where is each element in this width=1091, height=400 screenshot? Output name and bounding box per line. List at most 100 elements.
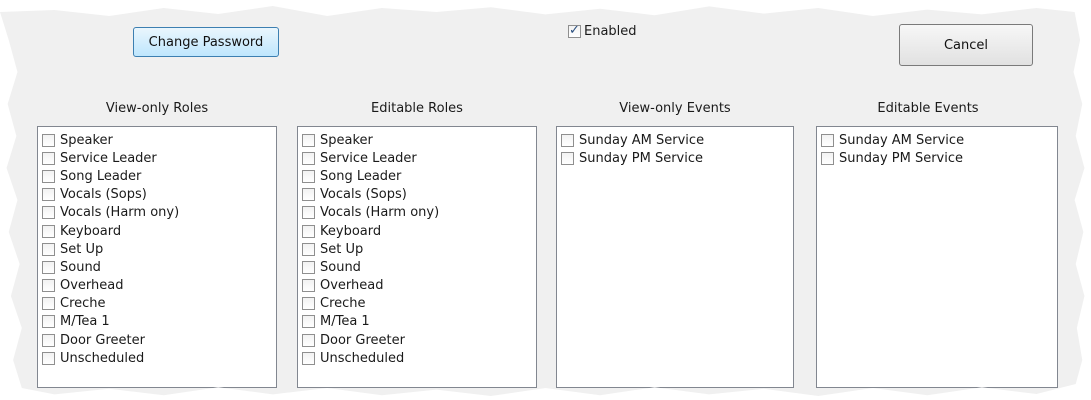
list-item[interactable]: Keyboard [42,222,276,240]
list-item[interactable]: Overhead [302,277,536,295]
item-label: Overhead [320,278,384,294]
item-checkbox[interactable] [42,315,55,329]
list-item[interactable]: M/Tea 1 [302,313,536,331]
item-label: Sunday AM Service [579,132,705,148]
list-item[interactable]: Vocals (Sops) [42,186,276,204]
item-label: Overhead [60,278,124,294]
list-item[interactable]: M/Tea 1 [42,313,276,331]
list-item[interactable]: Service Leader [42,149,276,167]
item-checkbox[interactable] [561,151,574,165]
item-checkbox[interactable] [302,351,315,365]
item-label: Set Up [320,241,364,257]
item-label: Door Greeter [60,332,145,348]
item-checkbox[interactable] [302,260,315,274]
list-item[interactable]: Sunday PM Service [821,149,1057,167]
enabled-checkbox-box[interactable] [568,23,581,38]
list-item[interactable]: Sunday AM Service [561,131,793,149]
list-item[interactable]: Vocals (Harm ony) [302,204,536,222]
item-checkbox[interactable] [821,151,834,165]
editable-roles-list[interactable]: Speaker Service Leader Song Leader Vocals (… [297,126,537,388]
list-item[interactable]: Vocals (Sops) [302,186,536,204]
item-label: Speaker [60,132,113,148]
item-label: Sunday PM Service [579,150,704,166]
list-item[interactable]: Sunday AM Service [821,131,1057,149]
item-checkbox[interactable] [302,315,315,329]
item-label: Sound [320,259,361,275]
item-checkbox[interactable] [42,260,55,274]
list-item[interactable]: Set Up [42,240,276,258]
item-label: Creche [320,296,366,312]
item-label: Sunday AM Service [839,132,965,148]
item-checkbox[interactable] [42,169,55,183]
item-checkbox[interactable] [42,279,55,293]
item-checkbox[interactable] [302,333,315,347]
item-label: Service Leader [60,150,157,166]
item-checkbox[interactable] [42,351,55,365]
list-item[interactable]: Service Leader [302,149,536,167]
view-only-roles-title: View-only Roles [105,101,209,116]
item-label: M/Tea 1 [60,314,110,330]
item-checkbox[interactable] [302,206,315,220]
list-item[interactable]: Song Leader [42,167,276,185]
list-item[interactable]: Overhead [42,277,276,295]
list-item[interactable]: Set Up [302,240,536,258]
list-item[interactable]: Keyboard [302,222,536,240]
item-label: Vocals (Sops) [320,187,407,203]
user-permissions-dialog: Change Password Enabled Cancel View-only… [0,6,1085,396]
item-checkbox[interactable] [302,169,315,183]
item-checkbox[interactable] [42,333,55,347]
item-label: Unscheduled [60,350,145,366]
list-item[interactable]: Door Greeter [302,331,536,349]
list-item[interactable]: Speaker [42,131,276,149]
cancel-button[interactable]: Cancel [899,24,1033,66]
item-checkbox[interactable] [42,151,55,165]
list-item[interactable]: Creche [302,295,536,313]
item-checkbox[interactable] [302,279,315,293]
item-checkbox[interactable] [42,297,55,311]
item-checkbox[interactable] [42,188,55,202]
list-item[interactable]: Sound [302,258,536,276]
editable-roles-title: Editable Roles [371,101,463,116]
view-only-roles-list[interactable]: Speaker Service Leader Song Leader Vocals (… [37,126,277,388]
item-checkbox[interactable] [42,242,55,256]
item-label: Sunday PM Service [839,150,964,166]
item-checkbox[interactable] [302,151,315,165]
item-checkbox[interactable] [302,224,315,238]
view-only-events-list[interactable]: Sunday AM Service Sunday PM Service [556,126,794,388]
list-item[interactable]: Song Leader [302,167,536,185]
item-label: Set Up [60,241,104,257]
item-checkbox[interactable] [302,297,315,311]
list-item[interactable]: Unscheduled [42,349,276,367]
editable-events-list[interactable]: Sunday AM Service Sunday PM Service [816,126,1058,388]
list-item[interactable]: Unscheduled [302,349,536,367]
list-item[interactable]: Door Greeter [42,331,276,349]
item-label: Keyboard [320,223,382,239]
item-label: Creche [60,296,106,312]
change-password-button[interactable]: Change Password [133,27,279,57]
enabled-label: Enabled [584,24,637,39]
item-checkbox[interactable] [561,133,574,147]
item-checkbox[interactable] [302,242,315,256]
list-item[interactable]: Vocals (Harm ony) [42,204,276,222]
item-label: Keyboard [60,223,122,239]
list-item[interactable]: Sunday PM Service [561,149,793,167]
item-label: Door Greeter [320,332,405,348]
item-label: Vocals (Sops) [60,187,147,203]
item-checkbox[interactable] [821,133,834,147]
list-item[interactable]: Creche [42,295,276,313]
enabled-checkbox[interactable]: Enabled [568,23,637,39]
list-item[interactable]: Speaker [302,131,536,149]
item-label: Vocals (Harm ony) [60,205,180,221]
item-label: Sound [60,259,101,275]
item-label: Unscheduled [320,350,405,366]
item-label: M/Tea 1 [320,314,370,330]
item-checkbox[interactable] [302,188,315,202]
item-checkbox[interactable] [42,224,55,238]
list-item[interactable]: Sound [42,258,276,276]
item-checkbox[interactable] [42,133,55,147]
item-label: Speaker [320,132,373,148]
item-label: Vocals (Harm ony) [320,205,440,221]
item-label: Service Leader [320,150,417,166]
item-checkbox[interactable] [302,133,315,147]
item-checkbox[interactable] [42,206,55,220]
